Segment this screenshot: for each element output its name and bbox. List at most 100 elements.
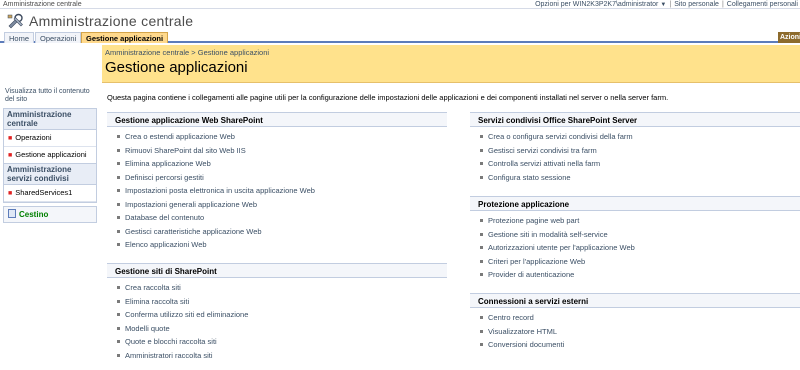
nav-group-shared-services: Amministrazione servizi condivisi ■ Share… (3, 163, 97, 203)
my-links-menu[interactable]: Collegamenti personali (727, 1, 798, 8)
link-list: Crea raccolta siti Elimina raccolta siti… (107, 278, 447, 362)
link-list: Protezione pagine web part Gestione siti… (470, 211, 800, 282)
link-conversioni-documenti[interactable]: Conversioni documenti (480, 338, 800, 352)
square-bullet-icon (117, 353, 120, 357)
page-description: Questa pagina contiene i collegamenti al… (107, 93, 669, 102)
link-posta-uscita[interactable]: Impostazioni posta elettronica in uscita… (117, 184, 447, 198)
square-bullet-icon (480, 259, 483, 263)
square-bullet-icon (480, 162, 483, 165)
site-actions-button[interactable]: Azioni (778, 32, 800, 43)
link-gestisci-servizi-farm[interactable]: Gestisci servizi condivisi tra farm (480, 144, 800, 158)
link-criteri-app[interactable]: Criteri per l'applicazione Web (480, 255, 800, 269)
link-protezione-web-part[interactable]: Protezione pagine web part (480, 214, 800, 228)
section-external-connections: Connessioni a servizi esterni Centro rec… (470, 293, 800, 352)
square-bullet-icon (480, 148, 483, 152)
square-bullet-icon (480, 316, 483, 319)
square-bullet-icon (480, 246, 483, 249)
link-elimina-app[interactable]: Elimina applicazione Web (117, 157, 447, 171)
square-bullet-icon (480, 175, 483, 179)
page-title-band: Amministrazione centrale > Gestione appl… (102, 45, 800, 83)
nav-item-sharedservices1[interactable]: ■ SharedServices1 (4, 185, 96, 202)
link-elenco-app[interactable]: Elenco applicazioni Web (117, 238, 447, 252)
tab-gestione-applicazioni[interactable]: Gestione applicazioni (81, 32, 169, 43)
link-stato-sessione[interactable]: Configura stato sessione (480, 171, 800, 185)
bullet-icon: ■ (8, 135, 13, 142)
page-title: Gestione applicazioni (105, 59, 248, 76)
link-quote-blocchi[interactable]: Quote e blocchi raccolta siti (117, 335, 447, 349)
link-list: Centro record Visualizzatore HTML Conver… (470, 308, 800, 352)
square-bullet-icon (480, 135, 483, 138)
link-visualizzatore-html[interactable]: Visualizzatore HTML (480, 325, 800, 339)
link-rimuovi-sharepoint[interactable]: Rimuovi SharePoint dal sito Web IIS (117, 144, 447, 158)
link-conferma-utilizzo[interactable]: Conferma utilizzo siti ed eliminazione (117, 308, 447, 322)
section-header: Gestione applicazione Web SharePoint (107, 112, 447, 127)
square-bullet-icon (480, 232, 483, 236)
link-controlla-servizi[interactable]: Controlla servizi attivati nella farm (480, 157, 800, 171)
my-site-link[interactable]: Sito personale (674, 1, 719, 8)
link-impostazioni-generali[interactable]: Impostazioni generali applicazione Web (117, 198, 447, 212)
section-header: Connessioni a servizi esterni (470, 293, 800, 308)
recycle-bin-link[interactable]: Cestino (3, 206, 97, 223)
section-header: Gestione siti di SharePoint (107, 263, 447, 278)
section-header: Servizi condivisi Office SharePoint Serv… (470, 112, 800, 127)
global-bar: Amministrazione centrale Opzioni per WIN… (0, 0, 800, 9)
square-bullet-icon (117, 216, 120, 219)
nav-item-gestione-applicazioni[interactable]: ■ Gestione applicazioni (4, 147, 96, 164)
square-bullet-icon (117, 313, 120, 316)
square-bullet-icon (117, 175, 120, 179)
nav-group-header[interactable]: Amministrazione centrale (4, 109, 96, 130)
bullet-icon: ■ (8, 152, 13, 159)
tab-home[interactable]: Home (4, 32, 35, 43)
square-bullet-icon (117, 148, 120, 152)
tab-operazioni[interactable]: Operazioni (35, 32, 82, 43)
link-elimina-raccolta[interactable]: Elimina raccolta siti (117, 295, 447, 309)
quick-launch: Visualizza tutto il contenuto del sito A… (0, 83, 98, 370)
square-bullet-icon (117, 340, 120, 343)
nav-item-operazioni[interactable]: ■ Operazioni (4, 130, 96, 147)
square-bullet-icon (117, 286, 120, 289)
site-title[interactable]: Amministrazione centrale (29, 13, 193, 29)
title-area: Amministrazione centrale (0, 9, 800, 32)
link-amministratori-raccolta[interactable]: Amministratori raccolta siti (117, 349, 447, 363)
section-app-security: Protezione applicazione Protezione pagin… (470, 196, 800, 282)
square-bullet-icon (480, 273, 483, 276)
link-list: Crea o estendi applicazione Web Rimuovi … (107, 127, 447, 252)
link-database-contenuto[interactable]: Database del contenuto (117, 211, 447, 225)
square-bullet-icon (117, 243, 120, 246)
section-web-apps: Gestione applicazione Web SharePoint Cre… (107, 112, 447, 252)
link-crea-estendi[interactable]: Crea o estendi applicazione Web (117, 130, 447, 144)
top-nav: Home Operazioni Gestione applicazioni Az… (0, 32, 800, 43)
link-percorsi-gestiti[interactable]: Definisci percorsi gestiti (117, 171, 447, 185)
section-shared-services: Servizi condivisi Office SharePoint Serv… (470, 112, 800, 184)
link-modelli-quote[interactable]: Modelli quote (117, 322, 447, 336)
link-crea-raccolta[interactable]: Crea raccolta siti (117, 281, 447, 295)
square-bullet-icon (117, 299, 120, 303)
square-bullet-icon (480, 343, 483, 346)
square-bullet-icon (117, 202, 120, 206)
nav-group-central-admin: Amministrazione centrale ■ Operazioni ■ Ge… (3, 108, 97, 165)
square-bullet-icon (480, 329, 483, 333)
section-header: Protezione applicazione (470, 196, 800, 211)
recycle-bin-icon (8, 209, 16, 218)
link-provider-autenticazione[interactable]: Provider di autenticazione (480, 268, 800, 282)
link-caratteristiche[interactable]: Gestisci caratteristiche applicazione We… (117, 225, 447, 239)
link-centro-record[interactable]: Centro record (480, 311, 800, 325)
square-bullet-icon (117, 162, 120, 165)
link-crea-servizi-condivisi[interactable]: Crea o configura servizi condivisi della… (480, 130, 800, 144)
square-bullet-icon (480, 219, 483, 222)
square-bullet-icon (117, 326, 120, 330)
section-site-management: Gestione siti di SharePoint Crea raccolt… (107, 263, 447, 362)
global-site-name[interactable]: Amministrazione centrale (3, 0, 82, 9)
admin-tools-icon (7, 13, 23, 29)
link-list: Crea o configura servizi condivisi della… (470, 127, 800, 184)
square-bullet-icon (117, 135, 120, 138)
square-bullet-icon (117, 229, 120, 233)
view-all-content-link[interactable]: Visualizza tutto il contenuto del sito (5, 88, 97, 104)
nav-group-header[interactable]: Amministrazione servizi condivisi (4, 164, 96, 185)
link-self-service[interactable]: Gestione siti in modalità self-service (480, 228, 800, 242)
link-autorizzazioni-utente[interactable]: Autorizzazioni utente per l'applicazione… (480, 241, 800, 255)
square-bullet-icon (117, 189, 120, 192)
bullet-icon: ■ (8, 190, 13, 197)
welcome-menu[interactable]: Opzioni per WIN2K3P2K7\administrator ▼ (535, 1, 666, 8)
breadcrumb[interactable]: Amministrazione centrale > Gestione appl… (105, 48, 269, 57)
